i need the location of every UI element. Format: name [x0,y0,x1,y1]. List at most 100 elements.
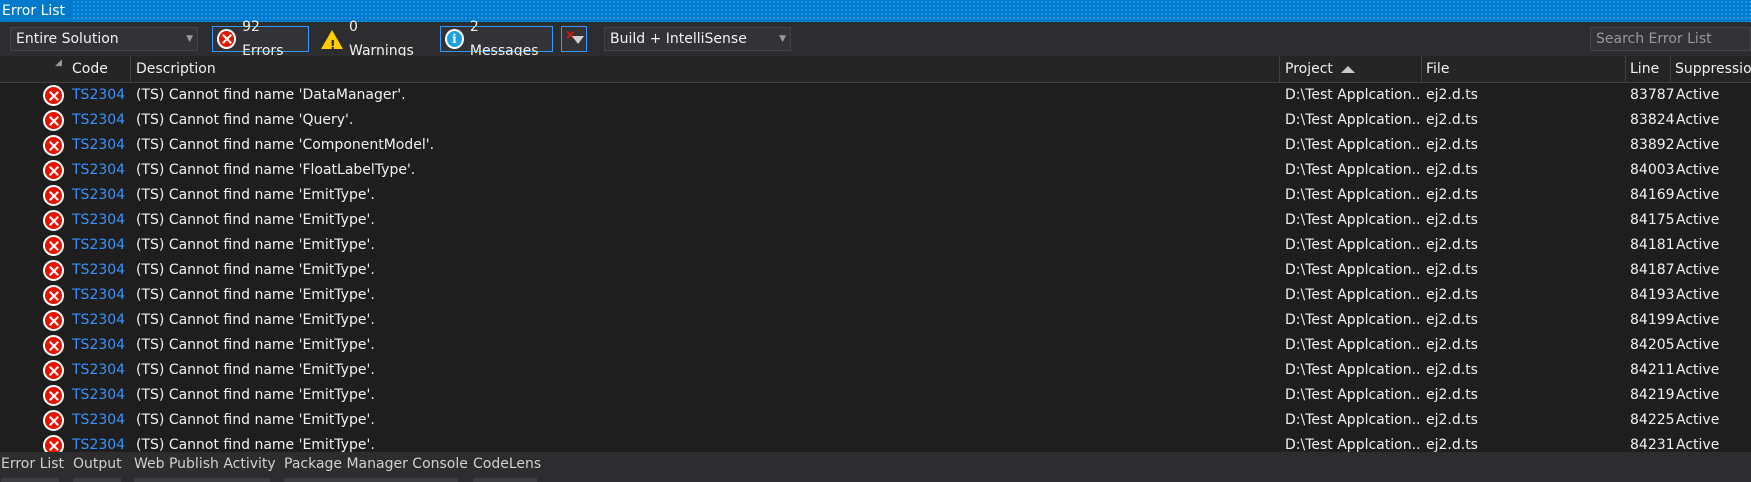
table-row[interactable]: TS2304 (TS) Cannot find name 'EmitType'. D… [0,433,1751,452]
row-line: 84003 [1630,162,1674,178]
error-icon [43,310,64,331]
table-row[interactable]: TS2304 (TS) Cannot find name 'EmitType'. D… [0,258,1751,283]
column-options-icon[interactable]: ◢ [55,58,62,68]
tab-indicator [73,478,121,482]
row-file: ej2.d.ts [1426,137,1478,153]
column-header-description[interactable]: Description [136,56,1276,82]
table-row[interactable]: TS2304 (TS) Cannot find name 'EmitType'. D… [0,333,1751,358]
row-line: 84219 [1630,387,1674,403]
column-header-code[interactable]: Code [72,56,132,82]
row-code-link[interactable]: TS2304 [72,383,130,408]
row-project: D:\Test Applcation... [1285,187,1419,203]
row-line: 83787 [1630,87,1674,103]
bottom-tab-codelens[interactable]: CodeLens [473,452,541,476]
row-code-link[interactable]: TS2304 [72,283,130,308]
table-row[interactable]: TS2304 (TS) Cannot find name 'EmitType'. D… [0,408,1751,433]
row-suppression-state: Active [1676,162,1720,178]
row-description: (TS) Cannot find name 'EmitType'. [136,437,375,452]
scope-dropdown-value: Entire Solution [16,31,119,47]
errors-filter-button[interactable]: 92 Errors [212,19,309,59]
row-suppression-state: Active [1676,187,1720,203]
search-input[interactable]: Search Error List [1590,27,1751,51]
row-suppression-state: Active [1676,412,1720,428]
table-row[interactable]: TS2304 (TS) Cannot find name 'EmitType'. D… [0,358,1751,383]
row-suppression-state: Active [1676,87,1720,103]
error-icon [43,110,64,131]
messages-filter-button[interactable]: i 2 Messages [440,19,553,59]
row-suppression-state: Active [1676,287,1720,303]
row-file: ej2.d.ts [1426,162,1478,178]
row-line: 84187 [1630,262,1674,278]
row-suppression-state: Active [1676,262,1720,278]
table-row[interactable]: TS2304 (TS) Cannot find name 'Query'. D:\T… [0,108,1751,133]
row-description: (TS) Cannot find name 'EmitType'. [136,262,375,278]
row-file: ej2.d.ts [1426,112,1478,128]
row-code-link[interactable]: TS2304 [72,108,130,133]
table-row[interactable]: TS2304 (TS) Cannot find name 'FloatLabelT… [0,158,1751,183]
row-suppression-state: Active [1676,212,1720,228]
warnings-filter-button[interactable]: ! 0 Warnings [317,19,432,59]
row-file: ej2.d.ts [1426,312,1478,328]
row-code-link[interactable]: TS2304 [72,183,130,208]
bottom-tab-output[interactable]: Output [73,452,122,476]
search-placeholder: Search Error List [1596,31,1712,47]
column-header-suppression[interactable]: Suppression State [1675,56,1751,82]
row-project: D:\Test Applcation... [1285,87,1419,103]
error-list-toolbar: Entire Solution ▼ 92 Errors ! 0 Warnings… [0,19,1751,59]
window-title: Error List [0,0,72,22]
error-list-rows: TS2304 (TS) Cannot find name 'DataManager… [0,83,1751,452]
row-code-link[interactable]: TS2304 [72,158,130,183]
row-file: ej2.d.ts [1426,212,1478,228]
row-code-link[interactable]: TS2304 [72,208,130,233]
column-header-project[interactable]: Project [1285,56,1420,82]
error-icon [43,385,64,406]
table-row[interactable]: TS2304 (TS) Cannot find name 'ComponentMo… [0,133,1751,158]
table-row[interactable]: TS2304 (TS) Cannot find name 'EmitType'. D… [0,383,1751,408]
funnel-icon [572,36,584,44]
row-line: 84193 [1630,287,1674,303]
row-file: ej2.d.ts [1426,187,1478,203]
row-suppression-state: Active [1676,312,1720,328]
column-header-line[interactable]: Line [1630,56,1670,82]
row-file: ej2.d.ts [1426,287,1478,303]
bottom-tab-package-manager-console[interactable]: Package Manager Console [284,452,468,476]
table-row[interactable]: TS2304 (TS) Cannot find name 'EmitType'. D… [0,183,1751,208]
table-row[interactable]: TS2304 (TS) Cannot find name 'EmitType'. D… [0,233,1751,258]
row-code-link[interactable]: TS2304 [72,233,130,258]
build-source-dropdown[interactable]: Build + IntelliSense ▼ [604,27,791,51]
column-header-file[interactable]: File [1426,56,1626,82]
row-line: 84181 [1630,237,1674,253]
row-project: D:\Test Applcation... [1285,287,1419,303]
row-file: ej2.d.ts [1426,237,1478,253]
bottom-tab-error-list[interactable]: Error List [1,452,64,476]
tab-indicator [473,478,537,482]
row-description: (TS) Cannot find name 'Query'. [136,112,354,128]
scope-dropdown[interactable]: Entire Solution ▼ [10,27,198,51]
row-file: ej2.d.ts [1426,412,1478,428]
row-file: ej2.d.ts [1426,362,1478,378]
chevron-down-icon: ▼ [186,34,193,44]
row-code-link[interactable]: TS2304 [72,333,130,358]
row-code-link[interactable]: TS2304 [72,83,130,108]
row-code-link[interactable]: TS2304 [72,408,130,433]
row-code-link[interactable]: TS2304 [72,133,130,158]
table-row[interactable]: TS2304 (TS) Cannot find name 'EmitType'. D… [0,283,1751,308]
row-description: (TS) Cannot find name 'EmitType'. [136,387,375,403]
error-icon [43,260,64,281]
row-project: D:\Test Applcation... [1285,162,1419,178]
table-row[interactable]: TS2304 (TS) Cannot find name 'EmitType'. D… [0,308,1751,333]
bottom-tab-web-publish-activity[interactable]: Web Publish Activity [134,452,276,476]
row-line: 84211 [1630,362,1674,378]
row-suppression-state: Active [1676,337,1720,353]
row-code-link[interactable]: TS2304 [72,358,130,383]
error-icon [43,435,64,452]
clear-filter-button[interactable]: × [561,26,587,52]
row-code-link[interactable]: TS2304 [72,433,130,452]
row-suppression-state: Active [1676,137,1720,153]
row-description: (TS) Cannot find name 'EmitType'. [136,287,375,303]
row-description: (TS) Cannot find name 'ComponentModel'. [136,137,435,153]
table-row[interactable]: TS2304 (TS) Cannot find name 'EmitType'. D… [0,208,1751,233]
row-code-link[interactable]: TS2304 [72,308,130,333]
table-row[interactable]: TS2304 (TS) Cannot find name 'DataManager… [0,83,1751,108]
row-code-link[interactable]: TS2304 [72,258,130,283]
